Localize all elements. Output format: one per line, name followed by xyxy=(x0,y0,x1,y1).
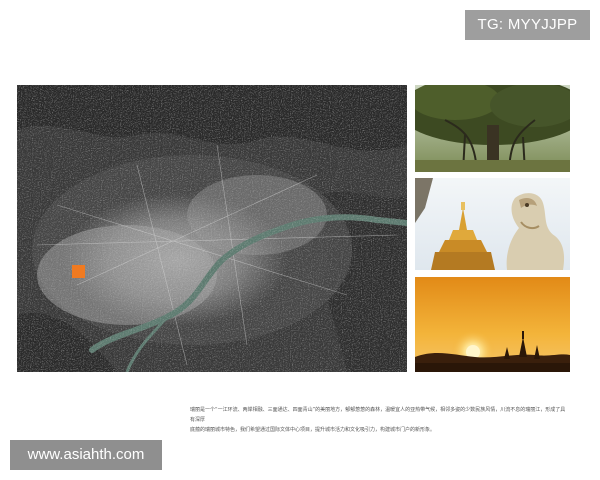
temple-image xyxy=(415,178,570,270)
satellite-map xyxy=(17,85,407,372)
banyan-tree-image xyxy=(415,85,570,172)
caption-line-1: 瑞丽是一个“一江环流、两岸相融、三面通达、四面青山”的美丽地方，郁郁葱葱的森林，… xyxy=(190,407,566,423)
caption-line-2: 底蕴的瑞丽城市特色，我们希望通过国际文体中心项目，提升城市活力和文化吸引力，构建… xyxy=(190,427,436,433)
page: TG: MYYJJPP 瑞丽是一个“一江环流、两岸相融、三面通达、四面青山”的美… xyxy=(0,0,600,480)
satellite-map-image xyxy=(17,85,407,372)
watermark-url: www.asiahth.com xyxy=(10,440,162,470)
sunset-image xyxy=(415,277,570,372)
tg-badge: TG: MYYJJPP xyxy=(465,10,590,40)
banyan-tree-photo xyxy=(415,85,570,172)
pagoda-sunset-photo xyxy=(415,277,570,372)
golden-pagoda-and-lion-statue-photo xyxy=(415,178,570,270)
site-marker xyxy=(72,265,85,278)
description-caption: 瑞丽是一个“一江环流、两岸相融、三面通达、四面青山”的美丽地方，郁郁葱葱的森林，… xyxy=(190,405,570,435)
